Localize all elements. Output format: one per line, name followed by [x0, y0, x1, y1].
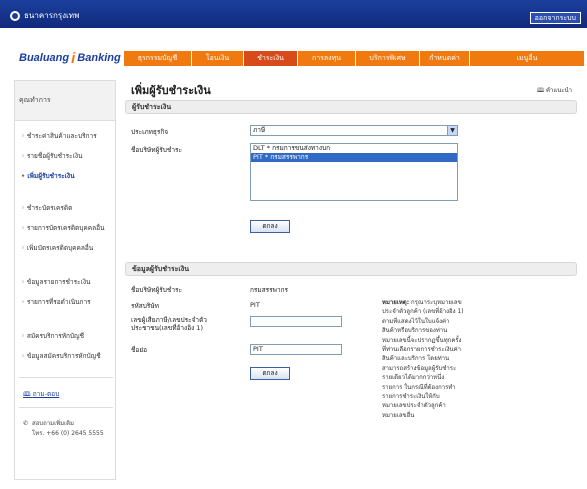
nickname-label: ชื่อย่อ	[131, 346, 148, 354]
nav-account[interactable]: ธุรกรรมบัญชี	[124, 51, 192, 66]
sidebar-item-pay-bills[interactable]: ชำระค่าสินค้าและบริการ	[21, 131, 97, 141]
faq-link[interactable]: 🕮 ถาม-ตอบ	[23, 389, 59, 401]
help-link[interactable]: 🕮 คำแนะนำ	[537, 85, 572, 96]
contact-phone: โทร. +66 (0) 2645 5555	[32, 430, 104, 437]
reference-label: เลขผู้เสียภาษี/เลขประจำตัวประชาชน(เลขที่…	[131, 316, 207, 332]
company-code-value: PIT	[250, 301, 260, 309]
phone-icon: ✆	[23, 420, 29, 427]
section-payee: ผู้รับชำระเงิน	[125, 100, 577, 114]
company-label: ชื่อบริษัทผู้รับชำระ	[131, 286, 182, 294]
nickname-input[interactable]: PIT	[250, 344, 342, 355]
bank-emblem-icon	[10, 10, 20, 21]
sidebar-divider	[19, 407, 113, 408]
note-text-block: หมายเหตุ: กรุณาระบุหมายเลขประจำตัวลูกค้า…	[382, 298, 464, 420]
reference-input[interactable]	[250, 316, 342, 327]
brand-logo: Bualuang i Banking	[19, 47, 121, 69]
sidebar-item-pending[interactable]: รายการที่รอดำเนินการ	[21, 297, 91, 307]
logout-button[interactable]: ออกจากระบบ	[529, 12, 581, 24]
main-nav: ธุรกรรมบัญชี โอนเงิน ชำระเงิน การลงทุน บ…	[124, 51, 584, 66]
nav-investment[interactable]: การลงทุน	[298, 51, 356, 66]
company-value: กรมสรรพากร	[250, 286, 289, 294]
nav-settings[interactable]: กำหนดค่า	[420, 51, 470, 66]
page-title: เพิ่มผู้รับชำระเงิน	[131, 84, 211, 97]
contact-label: สอบถามเพิ่มเติม	[32, 420, 74, 427]
faq-label: ถาม-ตอบ	[32, 390, 60, 398]
business-type-value: ภาษี	[253, 126, 266, 134]
top-bar: ธนาคารกรุงเทพ ออกจากระบบ	[0, 0, 587, 28]
biller-label: ชื่อบริษัทผู้รับชำระ	[131, 146, 182, 154]
nav-payment[interactable]: ชำระเงิน	[244, 51, 298, 66]
sidebar-item-add-payee[interactable]: เพิ่มผู้รับชำระเงิน	[21, 171, 74, 181]
submit-payee-info-button[interactable]: ตกลง	[250, 367, 290, 380]
bank-name: ธนาคารกรุงเทพ	[24, 11, 80, 20]
sidebar-divider	[19, 377, 113, 378]
sidebar-item-payee-list[interactable]: รายชื่อผู้รับชำระเงิน	[21, 151, 83, 161]
help-book-icon: 🕮	[536, 87, 545, 94]
book-icon: 🕮	[23, 390, 31, 398]
biller-option-selected[interactable]: PIT * กรมสรรพากร	[251, 153, 457, 162]
submit-payee-button[interactable]: ตกลง	[250, 220, 290, 233]
business-type-select[interactable]: ภาษี ▼	[250, 125, 458, 136]
help-link-label: คำแนะนำ	[545, 87, 572, 94]
nav-transfer[interactable]: โอนเงิน	[192, 51, 244, 66]
biller-listbox[interactable]: DLT * กรมการขนส่งทางบก PIT * กรมสรรพากร	[250, 143, 458, 201]
sidebar: คุณทำการ ชำระค่าสินค้าและบริการ รายชื่อผ…	[14, 80, 116, 480]
sidebar-item-add-other-credit-card[interactable]: เพิ่มบัตรเครดิตบุคคลอื่น	[21, 243, 93, 253]
sidebar-item-pay-credit-card[interactable]: ชำระบัตรเครดิต	[21, 203, 72, 213]
sidebar-item-payment-info[interactable]: ข้อมูลรายการชำระเงิน	[21, 277, 91, 287]
note-body: กรุณาระบุหมายเลขประจำตัวลูกค้า (เลขที่อ้…	[382, 299, 464, 419]
sidebar-item-direct-debit-info[interactable]: ข้อมูลสมัครบริการหักบัญชี	[21, 351, 101, 361]
nav-special-services[interactable]: บริการพิเศษ	[356, 51, 420, 66]
sidebar-item-direct-debit-apply[interactable]: สมัครบริการหักบัญชี	[21, 331, 84, 341]
brand-text-i: i	[71, 49, 76, 67]
bank-logo: ธนาคารกรุงเทพ	[10, 9, 79, 22]
section-payee-info: ข้อมูลผู้รับชำระเงิน	[125, 262, 577, 276]
company-code-label: รหัสบริษัท	[131, 302, 159, 310]
chevron-down-icon[interactable]: ▼	[447, 126, 457, 135]
note-title: หมายเหตุ:	[382, 299, 410, 306]
sidebar-header: คุณทำการ	[15, 81, 115, 121]
sidebar-item-other-credit-cards[interactable]: รายการบัตรเครดิตบุคคลอื่น	[21, 223, 105, 233]
nav-other-menu[interactable]: เมนูอื่น	[470, 51, 584, 66]
contact-info: ✆ สอบถามเพิ่มเติม โทร. +66 (0) 2645 5555	[23, 419, 104, 439]
brand-text-left: Bualuang	[19, 52, 70, 64]
brand-text-right: Banking	[77, 52, 121, 64]
business-type-label: ประเภทธุรกิจ	[131, 128, 169, 136]
biller-option[interactable]: DLT * กรมการขนส่งทางบก	[251, 144, 457, 153]
